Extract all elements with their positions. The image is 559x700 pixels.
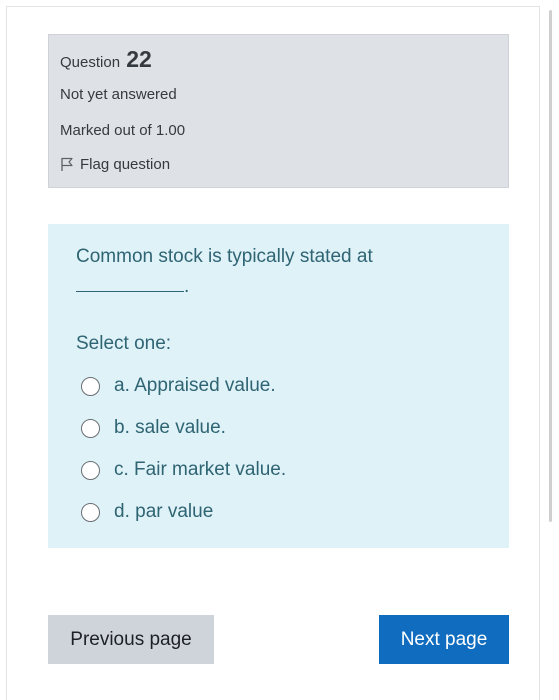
flag-icon: [60, 157, 74, 172]
question-text: Common stock is typically stated at.: [76, 242, 406, 302]
radio-button[interactable]: [81, 418, 100, 438]
flag-question-link[interactable]: Flag question: [60, 156, 170, 173]
question-state: Not yet answered: [60, 86, 177, 103]
answer-label: b. sale value.: [114, 417, 226, 438]
radio-button[interactable]: [81, 502, 100, 522]
question-label: Question: [60, 54, 121, 71]
scrollbar[interactable]: [549, 10, 552, 522]
question-number: 22: [126, 46, 152, 72]
answer-option-a[interactable]: a. Appraised value.: [81, 365, 286, 407]
radio-button[interactable]: [81, 376, 100, 396]
radio-button[interactable]: [81, 460, 100, 480]
question-info: Question 22 Not yet answered Marked out …: [48, 34, 509, 188]
previous-page-button[interactable]: Previous page: [48, 615, 214, 664]
question-content: Common stock is typically stated at. Sel…: [48, 224, 509, 548]
answer-option-b[interactable]: b. sale value.: [81, 407, 286, 449]
answer-label: d. par value: [114, 501, 214, 522]
answer-option-c[interactable]: c. Fair market value.: [81, 449, 286, 491]
question-grade: Marked out of 1.00: [60, 122, 186, 139]
question-text-part2: .: [184, 276, 190, 297]
answer-list: a. Appraised value. b. sale value. c. Fa…: [81, 365, 286, 533]
select-one-prompt: Select one:: [76, 333, 172, 354]
question-text-part1: Common stock is typically stated at: [76, 246, 373, 267]
flag-question-label: Flag question: [80, 156, 171, 173]
question-heading: Question 22: [60, 46, 152, 73]
next-page-button[interactable]: Next page: [379, 615, 509, 664]
answer-option-d[interactable]: d. par value: [81, 491, 286, 533]
answer-label: c. Fair market value.: [114, 459, 287, 480]
answer-blank: [76, 274, 184, 292]
answer-label: a. Appraised value.: [114, 375, 276, 396]
